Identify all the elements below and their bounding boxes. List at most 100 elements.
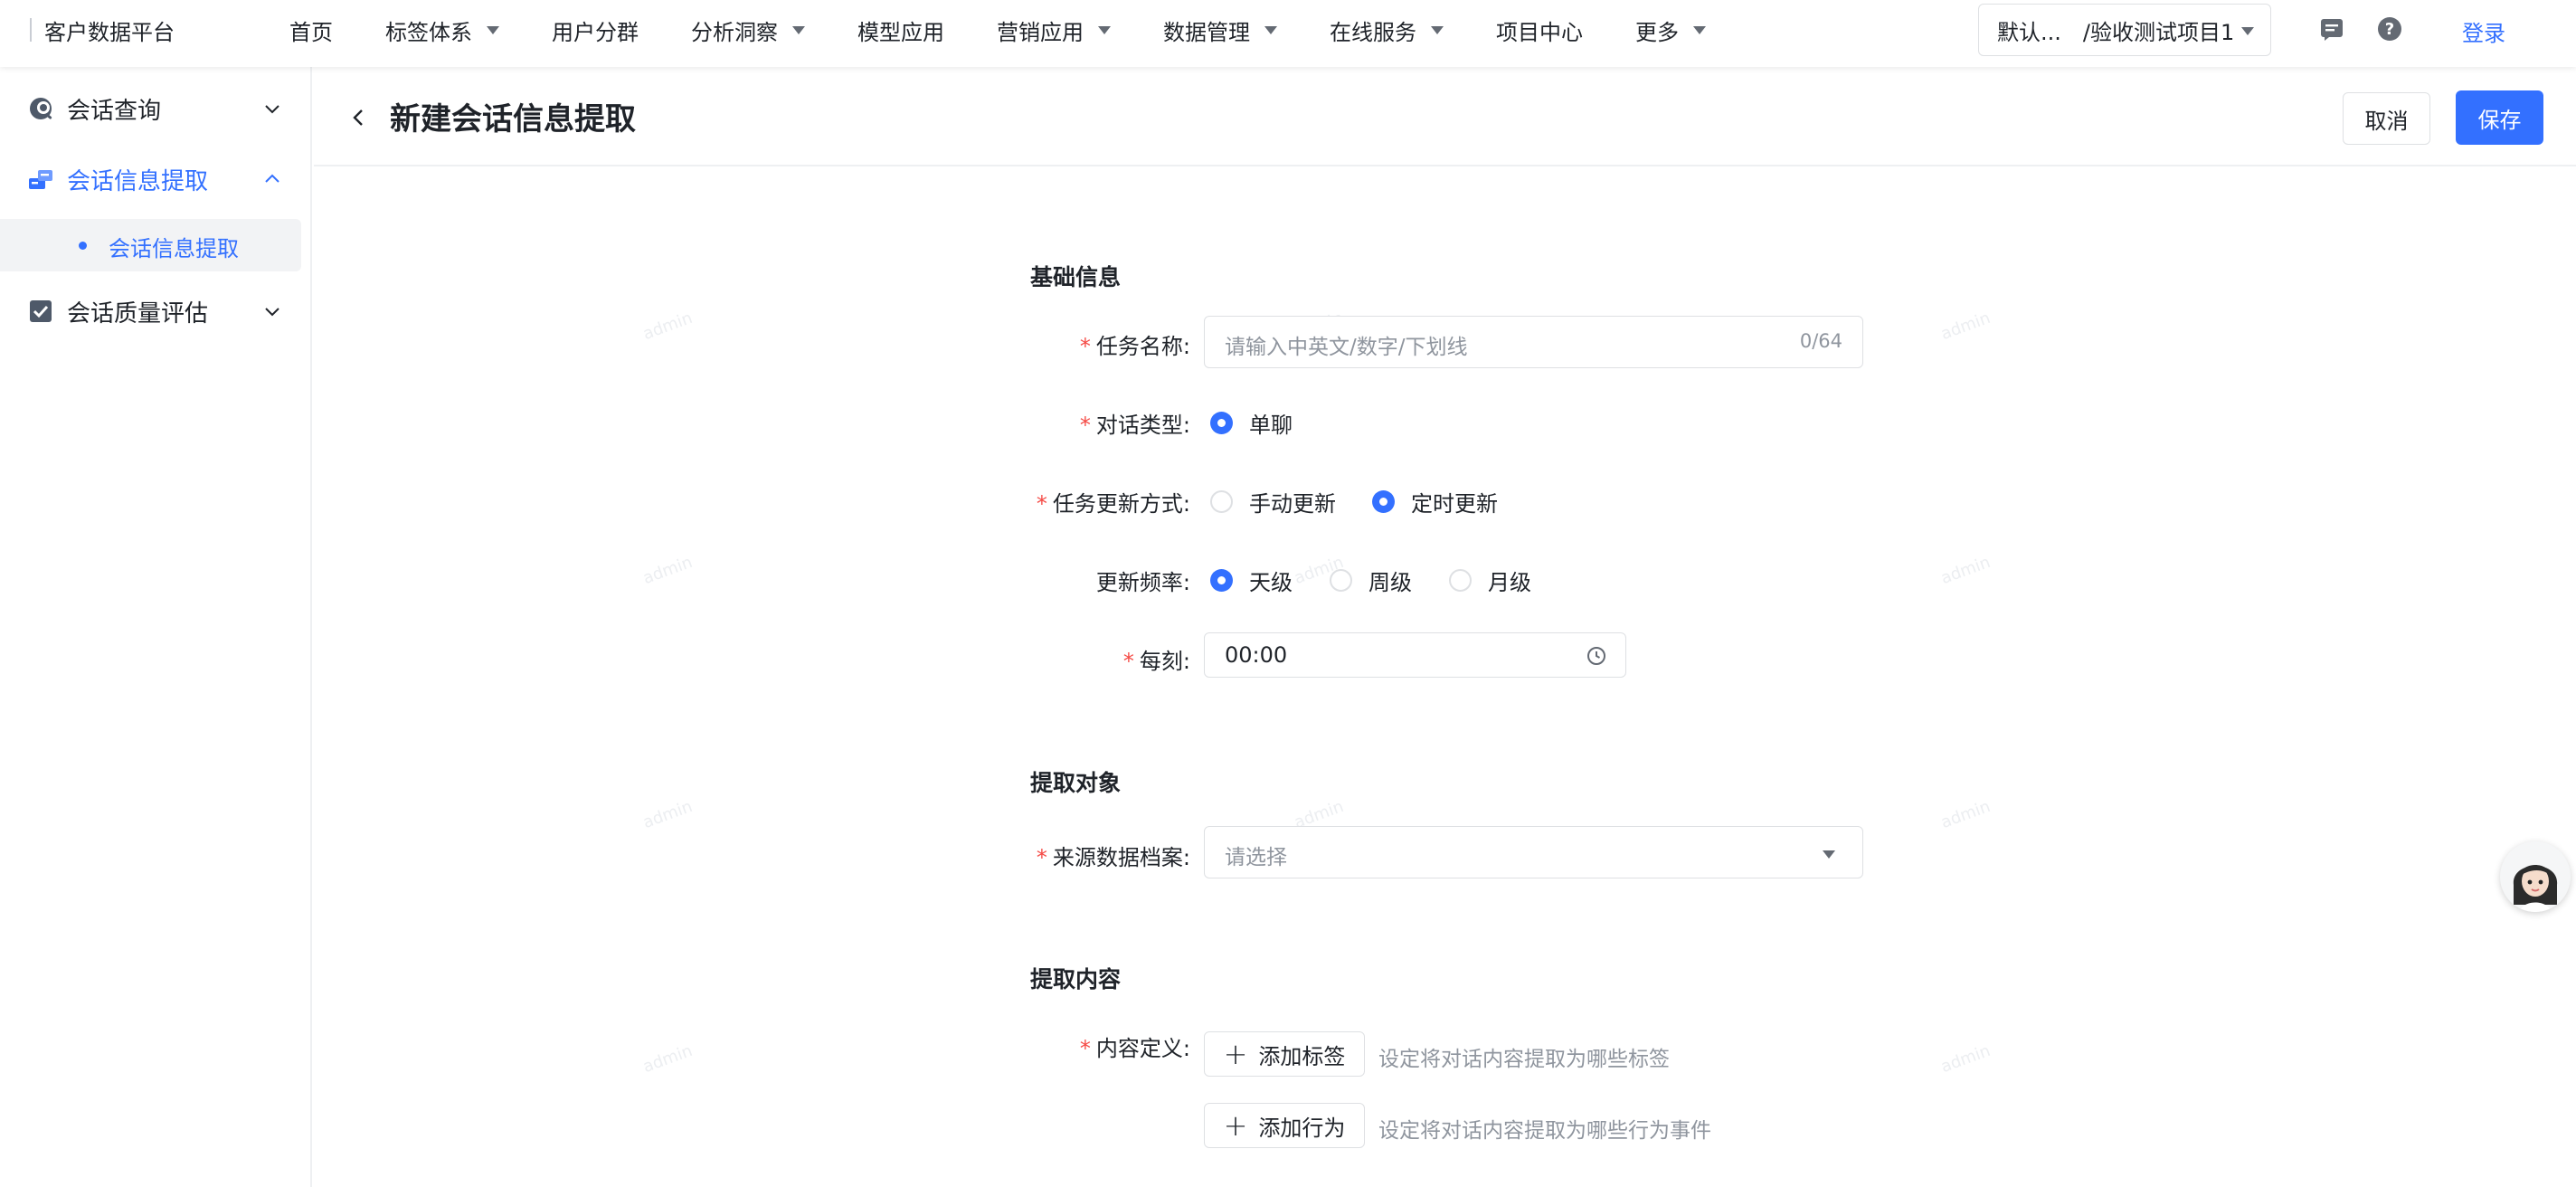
add-tag-hint: 设定将对话内容提取为哪些标签 xyxy=(1378,1048,1670,1071)
nav-item-data[interactable]: 数据管理 xyxy=(1163,14,1277,46)
save-button[interactable]: 保存 xyxy=(2456,90,2543,145)
add-action-button[interactable]: + 添加行为 xyxy=(1204,1103,1365,1148)
chevron-up-icon xyxy=(265,174,279,183)
nav-item-online-service[interactable]: 在线服务 xyxy=(1330,14,1444,46)
radio-label: 单聊 xyxy=(1249,413,1293,438)
add-action-label: 添加行为 xyxy=(1258,1115,1346,1141)
sidebar-item-info-extract[interactable]: 会话信息提取 xyxy=(0,154,312,204)
section-title-target: 提取对象 xyxy=(1030,770,1122,796)
app-brand[interactable]: 客户数据平台 xyxy=(30,0,175,60)
active-dot xyxy=(79,242,87,250)
nav-label: 更多 xyxy=(1635,19,1679,45)
nav-label: 项目中心 xyxy=(1496,19,1583,45)
caret-down-icon xyxy=(792,25,805,34)
plus-icon: + xyxy=(1223,1108,1248,1143)
section-title-basic: 基础信息 xyxy=(1030,264,1122,290)
quality-check-icon xyxy=(30,300,52,322)
sidebar-subitem-label: 会话信息提取 xyxy=(109,236,239,261)
nav-label: 模型应用 xyxy=(857,19,944,45)
required-mark: * xyxy=(1036,845,1047,870)
watermark: admin xyxy=(1938,1040,1994,1078)
nav-item-segments[interactable]: 用户分群 xyxy=(552,14,639,46)
info-extract-icon xyxy=(29,170,52,189)
add-tag-button[interactable]: + 添加标签 xyxy=(1204,1031,1365,1077)
watermark: admin xyxy=(1938,796,1994,833)
watermark: admin xyxy=(640,552,696,589)
login-link[interactable]: 登录 xyxy=(2462,15,2505,47)
message-icon[interactable] xyxy=(2319,16,2344,42)
every-time-label: * 每刻: xyxy=(1028,643,1190,675)
nav-label: 分析洞察 xyxy=(691,19,778,45)
watermark: admin xyxy=(640,308,696,345)
watermark: admin xyxy=(1938,552,1994,589)
chevron-down-icon xyxy=(265,308,279,317)
back-arrow-icon[interactable] xyxy=(348,107,370,128)
label-text: 每刻: xyxy=(1139,649,1190,674)
radio-label: 定时更新 xyxy=(1411,491,1498,517)
char-counter: 0/64 xyxy=(1799,330,1842,352)
nav-item-tags[interactable]: 标签体系 xyxy=(385,14,499,46)
add-tag-label: 添加标签 xyxy=(1258,1043,1346,1069)
definition-label: * 内容定义: xyxy=(1028,1030,1190,1062)
brand-divider xyxy=(30,18,32,42)
radio-single-chat[interactable]: 单聊 xyxy=(1210,407,1293,439)
help-icon[interactable]: ? xyxy=(2377,16,2402,42)
task-name-label: * 任务名称: xyxy=(1028,328,1190,360)
label-text: 来源数据档案: xyxy=(1052,845,1190,870)
nav-item-home[interactable]: 首页 xyxy=(289,14,333,46)
nav-item-marketing[interactable]: 营销应用 xyxy=(997,14,1111,46)
source-select[interactable]: 请选择 xyxy=(1204,826,1863,878)
nav-item-projects[interactable]: 项目中心 xyxy=(1496,14,1583,46)
radio-scheduled-update[interactable]: 定时更新 xyxy=(1372,486,1498,518)
required-mark: * xyxy=(1122,649,1134,674)
top-navigation-bar: 客户数据平台 首页 标签体系 用户分群 分析洞察 模型应用 营销应用 数据管理 … xyxy=(0,0,2576,67)
task-name-placeholder: 请输入中英文/数字/下划线 xyxy=(1225,336,1468,359)
caret-down-icon xyxy=(1431,25,1444,34)
time-picker[interactable]: 00:00 xyxy=(1204,632,1626,678)
radio-label: 周级 xyxy=(1368,570,1412,595)
required-mark: * xyxy=(1079,1036,1091,1061)
main-nav: 首页 标签体系 用户分群 分析洞察 模型应用 营销应用 数据管理 在线服务 项目… xyxy=(289,0,1758,60)
sidebar-item-label: 会话质量评估 xyxy=(67,299,209,328)
sidebar-subitem-info-extract[interactable]: 会话信息提取 xyxy=(0,219,301,271)
sidebar-item-session-query[interactable]: 会话查询 xyxy=(0,83,312,134)
nav-label: 用户分群 xyxy=(552,19,639,45)
source-placeholder: 请选择 xyxy=(1225,846,1287,869)
nav-item-insights[interactable]: 分析洞察 xyxy=(691,14,805,46)
nav-item-models[interactable]: 模型应用 xyxy=(857,14,944,46)
radio-label: 手动更新 xyxy=(1249,491,1336,517)
watermark: admin xyxy=(1938,308,1994,345)
sidebar-item-label: 会话查询 xyxy=(67,97,162,125)
page-title: 新建会话信息提取 xyxy=(390,101,636,138)
label-text: 对话类型: xyxy=(1095,413,1190,438)
sidebar: 会话查询 会话信息提取 会话信息提取 会话质量评估 xyxy=(0,67,312,1187)
radio-daily[interactable]: 天级 xyxy=(1210,565,1293,596)
task-name-input[interactable]: 请输入中英文/数字/下划线 0/64 xyxy=(1204,316,1863,368)
assistant-avatar[interactable] xyxy=(2500,841,2571,912)
cancel-button[interactable]: 取消 xyxy=(2343,92,2430,145)
radio-unchecked xyxy=(1210,490,1233,513)
source-label: * 来源数据档案: xyxy=(1028,840,1190,871)
radio-manual-update[interactable]: 手动更新 xyxy=(1210,486,1336,518)
caret-down-icon xyxy=(1693,25,1706,34)
radio-checked xyxy=(1372,490,1395,513)
sidebar-item-label: 会话信息提取 xyxy=(67,167,209,195)
caret-down-icon xyxy=(1098,25,1111,34)
nav-item-more[interactable]: 更多 xyxy=(1635,14,1706,46)
dialog-type-label: * 对话类型: xyxy=(1028,407,1190,439)
label-text: 更新频率: xyxy=(1095,570,1190,595)
update-mode-label: * 任务更新方式: xyxy=(1028,486,1190,518)
caret-down-icon xyxy=(1264,25,1277,34)
radio-weekly[interactable]: 周级 xyxy=(1330,565,1412,596)
radio-checked xyxy=(1210,569,1233,592)
label-text: 任务更新方式: xyxy=(1052,491,1190,517)
nav-label: 数据管理 xyxy=(1163,19,1250,45)
time-value: 00:00 xyxy=(1225,642,1288,668)
sidebar-item-quality-check[interactable]: 会话质量评估 xyxy=(0,286,312,337)
radio-monthly[interactable]: 月级 xyxy=(1449,565,1531,596)
nav-label: 标签体系 xyxy=(385,19,472,45)
frequency-label: 更新频率: xyxy=(1028,565,1190,596)
project-selector[interactable]: 默认... /验收测试项目1 xyxy=(1978,4,2271,56)
svg-text:?: ? xyxy=(2385,20,2394,39)
app-title: 客户数据平台 xyxy=(44,19,175,45)
